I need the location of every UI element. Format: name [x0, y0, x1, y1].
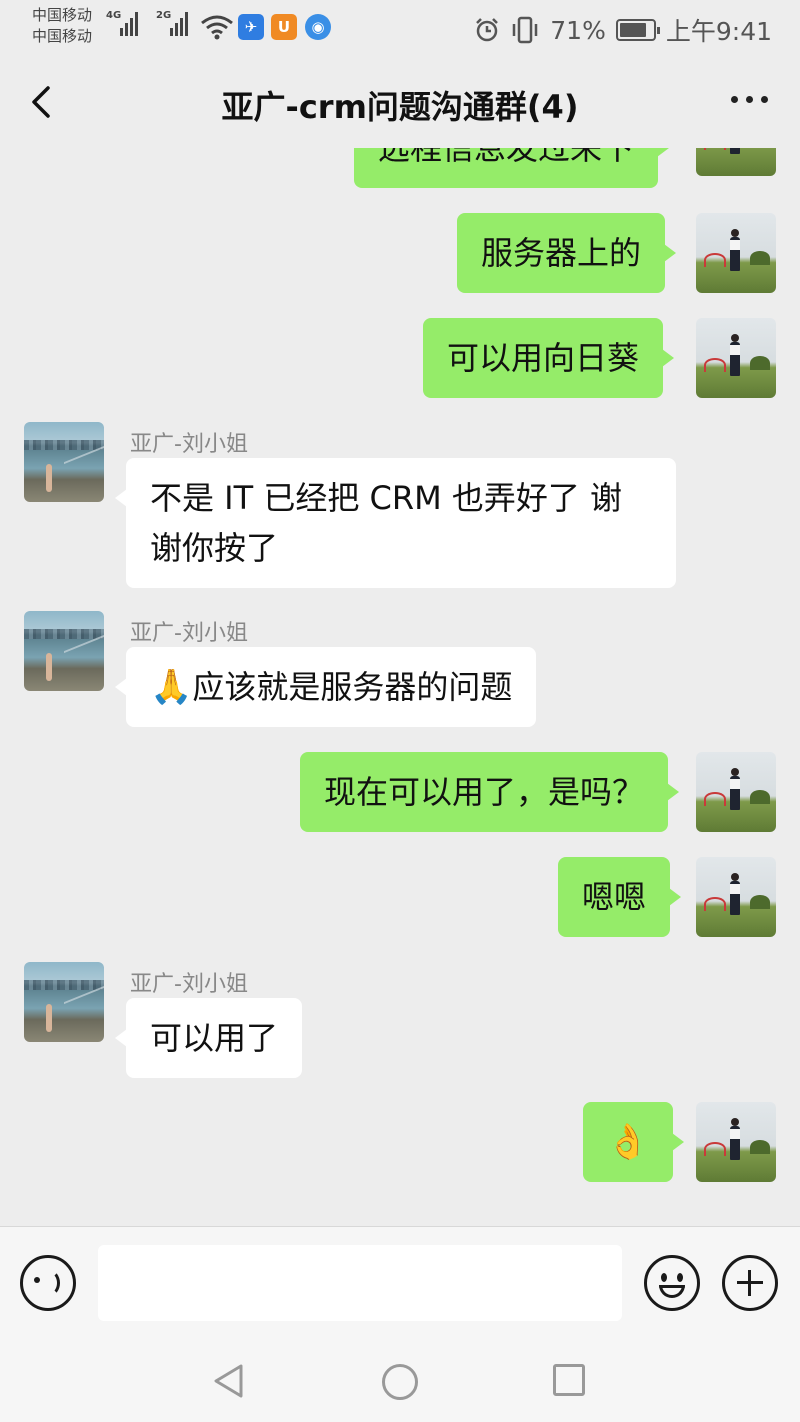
message-bubble-sent[interactable]: 现在可以用了，是吗？: [300, 752, 680, 832]
message-bubble-received[interactable]: 不是 IT 已经把 CRM 也弄好了 谢谢你按了: [115, 458, 676, 588]
sender-name: 亚广-刘小姐: [130, 432, 248, 457]
my-avatar[interactable]: [696, 1102, 776, 1182]
carrier-2: 中国移动: [32, 27, 93, 45]
contact-avatar[interactable]: [24, 611, 104, 691]
chat-title: 亚广-crm问题沟通群(4): [221, 88, 579, 126]
nav-home-icon[interactable]: [382, 1364, 418, 1400]
app-notification-icon: ✈: [238, 14, 264, 40]
nav-recent-icon[interactable]: [553, 1364, 585, 1396]
contact-avatar[interactable]: [24, 422, 104, 502]
voice-icon[interactable]: [20, 1255, 76, 1311]
my-avatar[interactable]: [696, 318, 776, 398]
message-text: 嗯嗯: [582, 878, 647, 916]
status-bar: 中国移动 中国移动 4G 2G ✈ U ◉ 71% 上午9:41: [0, 0, 800, 56]
input-bar: [0, 1226, 800, 1342]
back-icon[interactable]: [24, 78, 64, 126]
signal-icon-2: [170, 12, 188, 36]
network-type-1: 4G: [106, 10, 122, 21]
battery-icon: [615, 19, 660, 41]
message-bubble-sent[interactable]: 远程信息发过来下: [354, 148, 670, 188]
message-text: 可以用向日葵: [447, 339, 640, 377]
message-bubble-sent[interactable]: 服务器上的: [457, 213, 677, 293]
alarm-icon: [476, 18, 499, 42]
status-right: 71% 上午9:41: [474, 12, 772, 48]
signal-icon: [120, 12, 138, 36]
message-text: 服务器上的: [481, 234, 642, 272]
my-avatar[interactable]: [696, 213, 776, 293]
emoji-icon[interactable]: [644, 1255, 700, 1311]
message-bubble-received[interactable]: 🙏应该就是服务器的问题: [114, 647, 537, 727]
message-bubble-received[interactable]: 可以用了: [114, 998, 303, 1078]
chat-header: 亚广-crm问题沟通群(4): [0, 56, 800, 148]
my-avatar[interactable]: [696, 857, 776, 937]
nav-back-icon[interactable]: [211, 1362, 247, 1400]
sender-name: 亚广-刘小姐: [130, 621, 248, 646]
message-bubble-sent[interactable]: 可以用向日葵: [423, 318, 675, 398]
ok-emoji-icon: 👌: [606, 1122, 650, 1162]
emoji-icon: 🙏: [150, 667, 193, 707]
message-text: 现在可以用了，是吗？: [324, 773, 645, 811]
carrier-1: 中国移动: [32, 6, 93, 24]
plus-icon[interactable]: [722, 1255, 778, 1311]
message-bubble-sent[interactable]: 👌: [583, 1102, 684, 1182]
message-text: 远程信息发过来下: [378, 148, 635, 167]
my-avatar[interactable]: [696, 752, 776, 832]
message-bubble-sent[interactable]: 嗯嗯: [558, 857, 682, 937]
wifi-icon: [201, 15, 233, 40]
system-navigation-bar: [0, 1342, 800, 1422]
clock: 上午9:41: [665, 17, 772, 46]
message-text: 不是 IT 已经把 CRM 也弄好了 谢谢你按了: [150, 479, 623, 567]
browser-icon: ◉: [305, 14, 331, 40]
vibrate-icon: [513, 16, 538, 44]
message-text: 应该就是服务器的问题: [192, 668, 513, 706]
battery-percent: 71%: [550, 15, 606, 45]
message-text: 可以用了: [150, 1019, 279, 1057]
uc-browser-icon: U: [271, 14, 297, 40]
my-avatar[interactable]: [696, 148, 776, 176]
carrier-labels: 中国移动 中国移动: [32, 5, 92, 47]
more-icon[interactable]: [731, 96, 768, 103]
message-list[interactable]: 远程信息发过来下 服务器上的 可以用向日葵 亚广-刘小姐 不是 IT 已经把 C…: [0, 148, 800, 1226]
network-type-2: 2G: [156, 10, 172, 21]
contact-avatar[interactable]: [24, 962, 104, 1042]
sender-name: 亚广-刘小姐: [130, 972, 248, 997]
message-input[interactable]: [98, 1245, 622, 1321]
